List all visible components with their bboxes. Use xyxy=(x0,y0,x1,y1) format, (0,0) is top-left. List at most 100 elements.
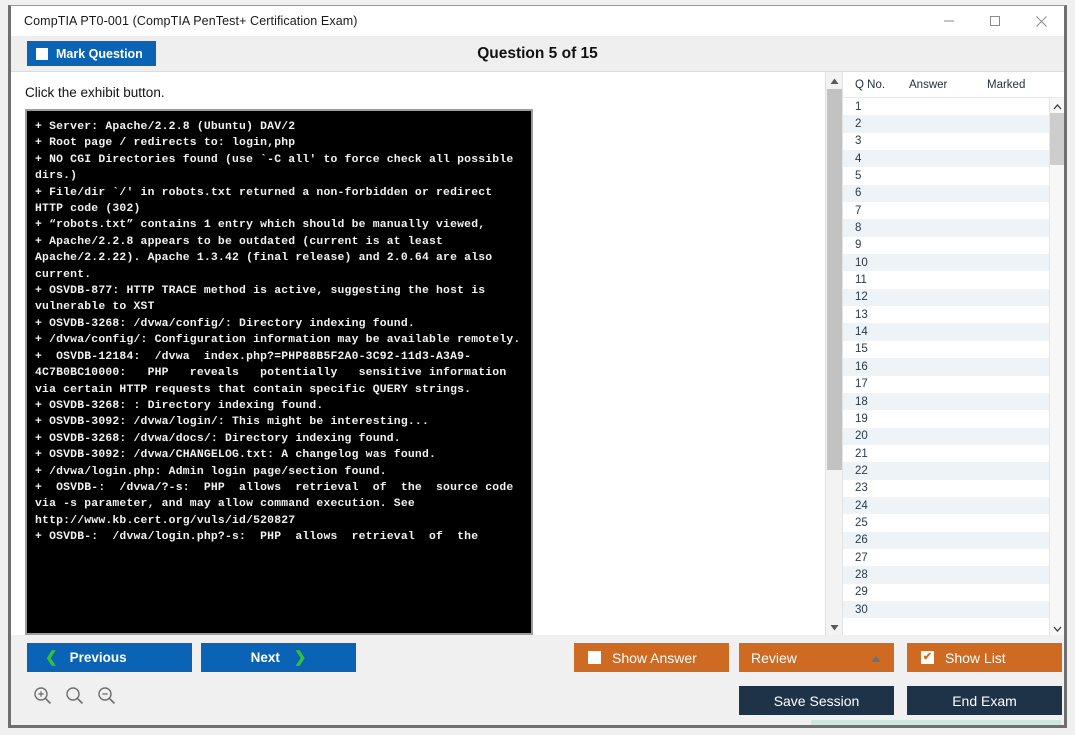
end-exam-button[interactable]: End Exam xyxy=(907,686,1062,715)
table-row[interactable]: 30 xyxy=(843,601,1049,618)
minimize-icon xyxy=(943,15,955,27)
scroll-thumb[interactable] xyxy=(827,89,842,470)
table-row[interactable]: 27 xyxy=(843,549,1049,566)
table-row[interactable]: 26 xyxy=(843,532,1049,549)
list-scrollbar[interactable] xyxy=(1049,98,1064,635)
minimize-button[interactable] xyxy=(926,6,972,36)
cell-qno: 12 xyxy=(843,291,909,303)
zoom-in-icon[interactable] xyxy=(33,686,52,705)
cell-qno: 10 xyxy=(843,257,909,269)
question-pane: Click the exhibit button. + Server: Apac… xyxy=(11,72,825,635)
cell-qno: 22 xyxy=(843,465,909,477)
zoom-reset-icon[interactable] xyxy=(65,686,84,705)
body: Click the exhibit button. + Server: Apac… xyxy=(11,72,1064,635)
table-row[interactable]: 9 xyxy=(843,237,1049,254)
status-sliver xyxy=(811,720,1061,725)
review-dropdown[interactable]: Review xyxy=(739,643,894,672)
table-row[interactable]: 17 xyxy=(843,376,1049,393)
column-header-marked: Marked xyxy=(987,79,1047,91)
table-row[interactable]: 28 xyxy=(843,566,1049,583)
table-row[interactable]: 12 xyxy=(843,289,1049,306)
show-list-button[interactable]: ✔ Show List xyxy=(907,643,1062,672)
cell-qno: 29 xyxy=(843,586,909,598)
cell-qno: 25 xyxy=(843,517,909,529)
table-row[interactable]: 6 xyxy=(843,185,1049,202)
mark-question-button[interactable]: Mark Question xyxy=(27,41,156,66)
table-row[interactable]: 22 xyxy=(843,462,1049,479)
table-row[interactable]: 11 xyxy=(843,271,1049,288)
previous-button[interactable]: ❮ Previous xyxy=(27,643,192,672)
list-scroll-track[interactable] xyxy=(1050,113,1065,620)
mark-question-checkbox[interactable] xyxy=(36,48,48,60)
review-label: Review xyxy=(751,650,797,666)
table-row[interactable]: 16 xyxy=(843,358,1049,375)
zoom-out-icon[interactable] xyxy=(97,686,116,705)
maximize-button[interactable] xyxy=(972,6,1018,36)
cell-qno: 17 xyxy=(843,378,909,390)
window-title: CompTIA PT0-001 (CompTIA PenTest+ Certif… xyxy=(11,14,358,28)
show-answer-button[interactable]: Show Answer xyxy=(574,643,729,672)
cell-qno: 15 xyxy=(843,343,909,355)
table-row[interactable]: 24 xyxy=(843,497,1049,514)
table-row[interactable]: 15 xyxy=(843,341,1049,358)
table-row[interactable]: 23 xyxy=(843,480,1049,497)
cell-qno: 30 xyxy=(843,604,909,616)
table-row[interactable]: 4 xyxy=(843,150,1049,167)
maximize-icon xyxy=(989,15,1001,27)
previous-label: Previous xyxy=(70,650,127,665)
question-rows: 1234567891011121314151617181920212223242… xyxy=(843,98,1049,635)
show-list-checkbox[interactable]: ✔ xyxy=(921,651,934,664)
table-row[interactable]: 29 xyxy=(843,584,1049,601)
chevron-right-icon: ❯ xyxy=(294,650,307,665)
table-row[interactable]: 13 xyxy=(843,306,1049,323)
scroll-up-button[interactable] xyxy=(826,72,843,89)
table-row[interactable]: 1 xyxy=(843,98,1049,115)
next-button[interactable]: Next ❯ xyxy=(201,643,356,672)
question-prompt: Click the exhibit button. xyxy=(11,72,825,109)
footer: ❮ Previous Next ❯ Show Answer Review ✔ S… xyxy=(11,635,1064,725)
chevron-down-icon xyxy=(830,618,839,636)
list-scroll-up-button[interactable] xyxy=(1050,98,1065,113)
cell-qno: 4 xyxy=(843,153,909,165)
table-row[interactable]: 20 xyxy=(843,428,1049,445)
table-row[interactable]: 7 xyxy=(843,202,1049,219)
list-scroll-down-button[interactable] xyxy=(1050,620,1065,635)
table-row[interactable]: 8 xyxy=(843,219,1049,236)
cell-qno: 19 xyxy=(843,413,909,425)
cell-qno: 9 xyxy=(843,239,909,251)
scroll-down-button[interactable] xyxy=(826,618,843,635)
mark-question-label: Mark Question xyxy=(56,47,143,61)
app-root: CompTIA PT0-001 (CompTIA PenTest+ Certif… xyxy=(0,0,1075,735)
table-row[interactable]: 3 xyxy=(843,133,1049,150)
content-scrollbar[interactable] xyxy=(825,72,842,635)
column-header-answer: Answer xyxy=(909,79,987,91)
scroll-track[interactable] xyxy=(826,89,843,618)
page-title: Question 5 of 15 xyxy=(11,45,1064,63)
question-header: Mark Question Question 5 of 15 xyxy=(11,36,1064,72)
table-row[interactable]: 21 xyxy=(843,445,1049,462)
exhibit-terminal[interactable]: + Server: Apache/2.2.8 (Ubuntu) DAV/2 + … xyxy=(25,109,533,635)
cell-qno: 21 xyxy=(843,448,909,460)
chevron-left-icon: ❮ xyxy=(45,650,58,665)
cell-qno: 28 xyxy=(843,569,909,581)
table-row[interactable]: 5 xyxy=(843,167,1049,184)
table-row[interactable]: 2 xyxy=(843,115,1049,132)
cell-qno: 20 xyxy=(843,430,909,442)
close-button[interactable] xyxy=(1018,6,1064,36)
list-scroll-thumb[interactable] xyxy=(1050,113,1065,165)
table-row[interactable]: 19 xyxy=(843,410,1049,427)
cell-qno: 2 xyxy=(843,118,909,130)
save-session-button[interactable]: Save Session xyxy=(739,686,894,715)
table-row[interactable]: 25 xyxy=(843,514,1049,531)
table-row[interactable]: 10 xyxy=(843,254,1049,271)
zoom-controls xyxy=(33,686,116,705)
cell-qno: 23 xyxy=(843,482,909,494)
cell-qno: 24 xyxy=(843,500,909,512)
show-answer-checkbox[interactable] xyxy=(588,651,601,664)
title-bar: CompTIA PT0-001 (CompTIA PenTest+ Certif… xyxy=(11,6,1064,36)
table-row[interactable]: 14 xyxy=(843,323,1049,340)
table-row[interactable]: 18 xyxy=(843,393,1049,410)
window-controls xyxy=(926,6,1064,36)
chevron-down-icon xyxy=(1053,619,1062,636)
close-icon xyxy=(1035,15,1048,28)
